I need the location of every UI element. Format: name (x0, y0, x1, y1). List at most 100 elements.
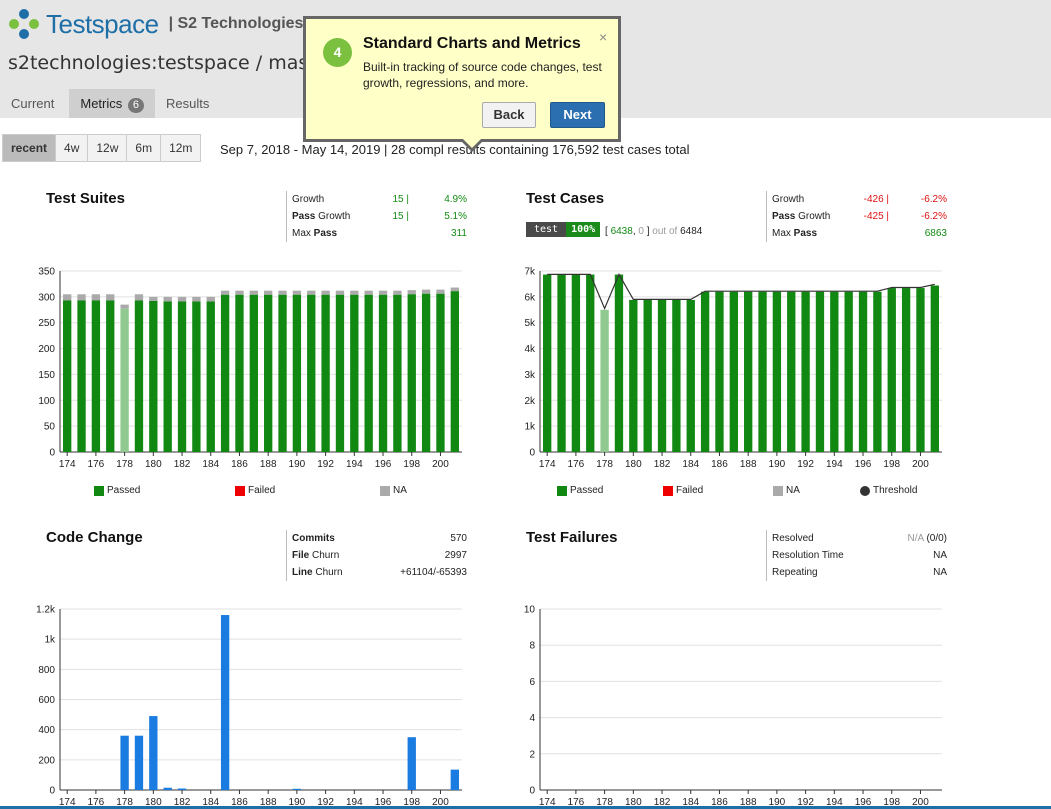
x-tick-label: 184 (682, 459, 699, 470)
y-tick-label: 6k (524, 292, 536, 303)
bar-passed (629, 299, 638, 452)
bar-na (77, 294, 86, 301)
project-title: s2technologies:testspace / maste (8, 52, 328, 74)
bar-passed (787, 291, 796, 452)
metric-row: Line Churn +61104/-65393 (292, 567, 467, 578)
bar-passed (436, 293, 445, 452)
bar-na (421, 289, 431, 294)
metric-row: Commits 570 (292, 533, 467, 544)
bar-passed (235, 294, 244, 452)
bar-na (335, 290, 345, 295)
bar-passed (916, 288, 925, 452)
bar-passed (335, 294, 345, 452)
bar-passed (844, 291, 853, 452)
x-tick-label: 200 (912, 459, 929, 470)
bar-passed (700, 291, 710, 452)
x-tick-label: 174 (539, 459, 556, 470)
bar-passed (643, 299, 652, 452)
tab-bar: Current Metrics 6 Results (0, 89, 220, 118)
logo-text: Testspace (46, 8, 159, 39)
y-tick-label: 1.2k (36, 605, 56, 616)
bar-na (407, 290, 416, 295)
legend-passed[interactable]: Passed (94, 485, 140, 496)
y-tick-label: 350 (38, 267, 55, 278)
test-suites-metrics: Growth 15 | 4.9% Pass Growth 15 | 5.1% Max P… (286, 191, 467, 242)
x-tick-label: 192 (797, 459, 814, 470)
bar-passed (278, 294, 287, 452)
test-cases-title: Test Cases (526, 190, 605, 207)
y-tick-label: 5k (524, 318, 536, 329)
tab-current[interactable]: Current (0, 89, 65, 118)
bar-na (378, 290, 388, 295)
back-button[interactable]: Back (482, 102, 536, 128)
legend-passed[interactable]: Passed (557, 485, 603, 496)
legend-threshold[interactable]: Threshold (860, 485, 917, 496)
bar-passed (149, 300, 158, 452)
test-failures-title: Test Failures (526, 529, 618, 546)
y-tick-label: 2k (524, 396, 536, 407)
y-tick-label: 2 (529, 749, 535, 760)
x-tick-label: 180 (625, 459, 642, 470)
legend-na[interactable]: NA (380, 485, 407, 496)
range-12m-button[interactable]: 12m (161, 135, 200, 161)
metric-row: Resolution Time NA (772, 550, 947, 561)
y-tick-label: 0 (49, 786, 55, 797)
x-tick-label: 190 (769, 459, 786, 470)
y-tick-label: 0 (529, 448, 535, 459)
range-12w-button[interactable]: 12w (88, 135, 128, 161)
y-tick-label: 4k (524, 344, 536, 355)
y-tick-label: 3k (524, 370, 536, 381)
bar-passed (163, 301, 172, 452)
bar-na (364, 290, 373, 295)
next-button[interactable]: Next (550, 102, 605, 128)
range-6m-button[interactable]: 6m (127, 135, 162, 161)
metrics-count-badge: 6 (127, 98, 144, 113)
range-recent-button[interactable]: recent (3, 135, 57, 161)
bar-code-change (220, 615, 230, 790)
code-change-chart[interactable]: 02004006008001k1.2k174 176 178 180 182 184 186… (20, 600, 480, 809)
y-tick-label: 1k (524, 422, 536, 433)
logo-icon (8, 8, 40, 40)
close-icon[interactable]: × (599, 29, 607, 45)
test-failures-chart[interactable]: 0246810174 176 178 180 182 184 186 188 190 192 194… (500, 600, 960, 809)
bar-na (206, 296, 215, 302)
bar-passed (586, 274, 595, 452)
bar-passed (120, 308, 129, 452)
x-tick-label: 178 (116, 459, 133, 470)
test-cases-metrics: Growth -426 | -6.2% Pass Growth -425 | -6.2%… (766, 191, 947, 242)
bar-passed (378, 294, 388, 452)
x-tick-label: 196 (855, 459, 872, 470)
popover-body: Built-in tracking of source code changes… (363, 60, 602, 90)
bar-na (436, 289, 445, 294)
bar-passed (571, 274, 581, 452)
metric-row: Growth 15 | 4.9% (292, 194, 467, 205)
legend-na[interactable]: NA (773, 485, 800, 496)
bar-passed (134, 300, 144, 452)
x-tick-label: 184 (202, 459, 219, 470)
test-suites-chart[interactable]: 0 50 100 150 200 250 300 350 174 176 178 180 182 184 1… (20, 262, 480, 482)
range-selector: recent 4w 12w 6m 12m (2, 134, 202, 162)
x-tick-label: 182 (654, 459, 671, 470)
testspace-logo[interactable]: Testspace | S2 Technologies (8, 8, 303, 40)
bar-na (120, 304, 129, 309)
legend-failed[interactable]: Failed (235, 485, 275, 496)
tab-metrics[interactable]: Metrics 6 (69, 89, 155, 118)
legend-failed[interactable]: Failed (663, 485, 703, 496)
range-4w-button[interactable]: 4w (56, 135, 89, 161)
tab-results[interactable]: Results (155, 89, 220, 118)
x-tick-label: 176 (568, 459, 585, 470)
x-tick-label: 190 (289, 459, 306, 470)
test-status-pill[interactable]: test 100% (526, 222, 601, 237)
bar-code-change (134, 735, 144, 790)
x-tick-label: 198 (883, 459, 900, 470)
bar-code-change (163, 787, 172, 790)
bar-passed (729, 291, 738, 452)
bar-na (220, 290, 230, 295)
y-tick-label: 6 (529, 677, 535, 688)
bar-na (278, 290, 287, 295)
bar-passed (393, 294, 402, 452)
test-cases-chart[interactable]: 0 1k 2k 3k 4k 5k 6k 7k 174 176 178 180 182 184 186 188 1… (500, 262, 960, 482)
metric-row: Pass Growth -425 | -6.2% (772, 211, 947, 222)
bar-na (149, 296, 158, 301)
y-tick-label: 0 (529, 786, 535, 797)
